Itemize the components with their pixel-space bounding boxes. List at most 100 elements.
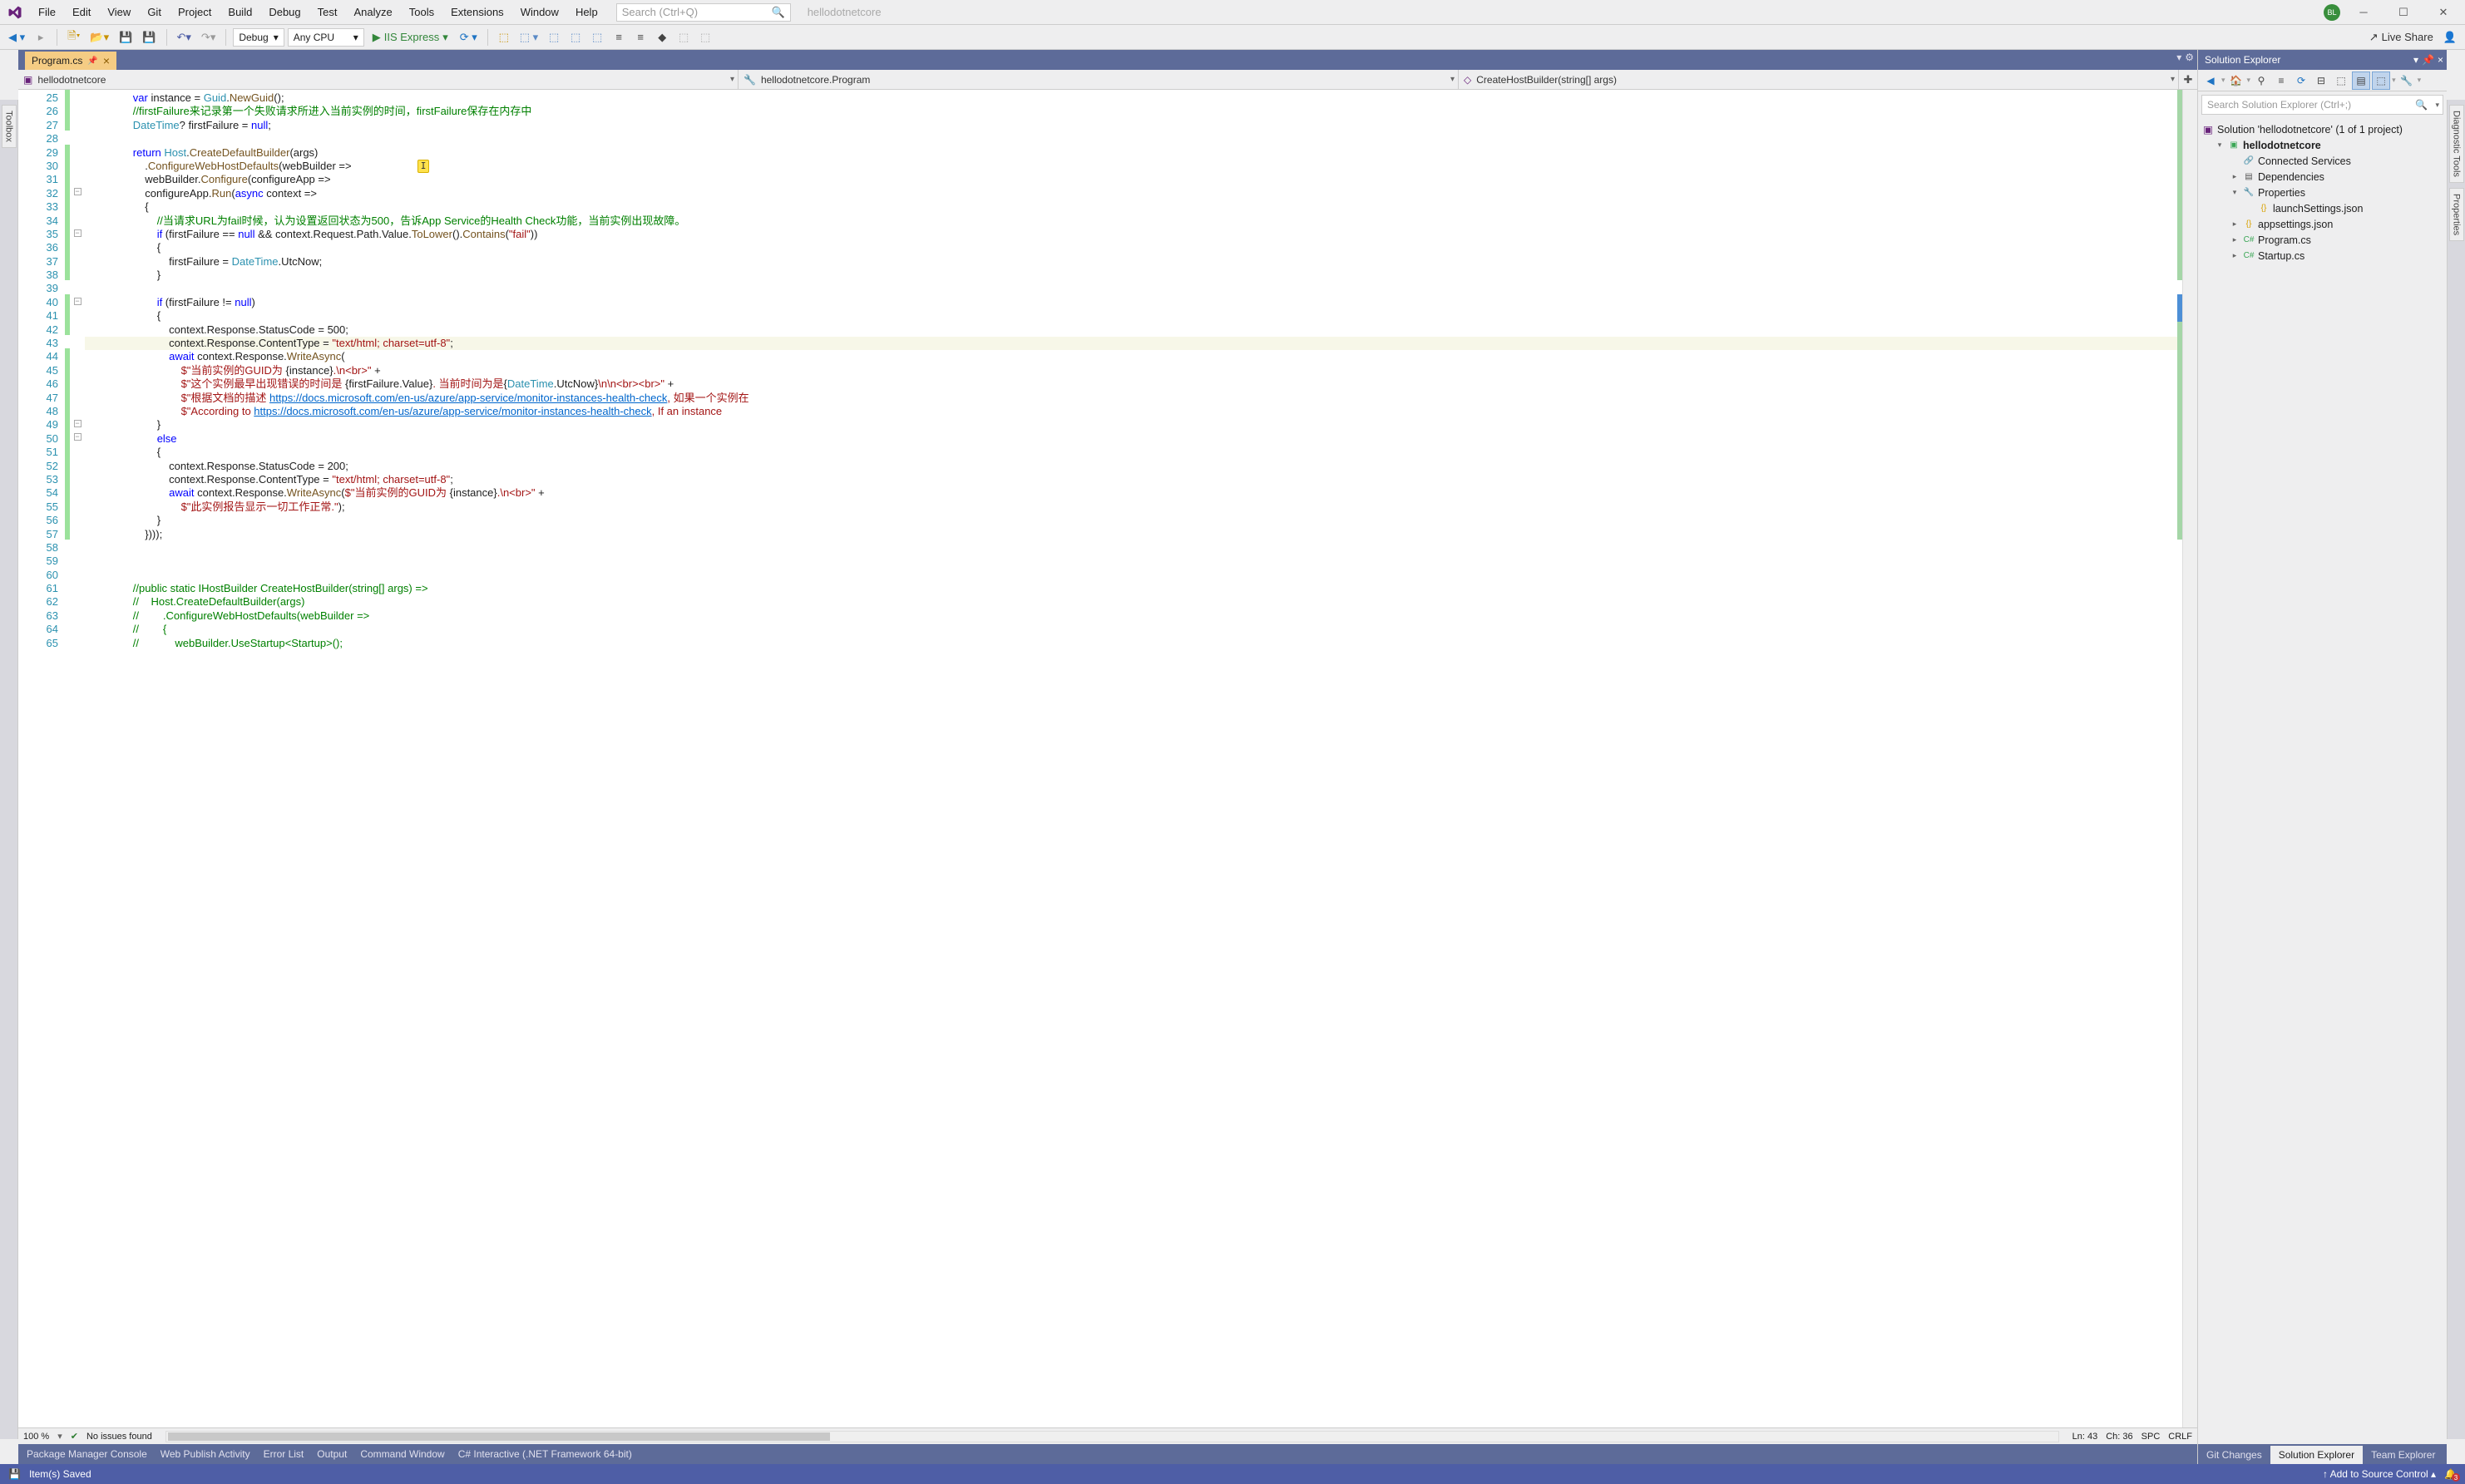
panel-tab-git-changes[interactable]: Git Changes xyxy=(2198,1446,2270,1464)
solution-tree[interactable]: ▣ Solution 'hellodotnetcore' (1 of 1 pro… xyxy=(2198,118,2447,1444)
bottom-tab-web-publish-activity[interactable]: Web Publish Activity xyxy=(161,1448,250,1460)
menu-build[interactable]: Build xyxy=(220,2,260,22)
main-menu: FileEditViewGitProjectBuildDebugTestAnal… xyxy=(30,2,606,22)
bottom-tab-command-window[interactable]: Command Window xyxy=(360,1448,444,1460)
tree-item-program-cs[interactable]: ▸C#Program.cs xyxy=(2198,232,2447,248)
tree-item-launchsettings-json[interactable]: {}launchSettings.json xyxy=(2198,200,2447,216)
close-tab-icon[interactable]: × xyxy=(103,54,110,67)
zoom-level[interactable]: 100 % xyxy=(23,1432,49,1442)
notification-bell-icon[interactable]: 🔔3 xyxy=(2444,1468,2457,1480)
search-input[interactable]: Search (Ctrl+Q) 🔍 xyxy=(616,3,791,22)
menu-git[interactable]: Git xyxy=(139,2,170,22)
step-over-icon[interactable]: ⬚ xyxy=(545,28,563,47)
search-dropdown-icon[interactable]: ▾ xyxy=(2435,101,2439,110)
nav-member[interactable]: ◇CreateHostBuilder(string[] args)▾ xyxy=(1459,70,2179,89)
panel-close-icon[interactable]: × xyxy=(2438,54,2443,66)
platform-combo[interactable]: Any CPU▾ xyxy=(288,28,364,47)
nav-split-button[interactable]: ✚ xyxy=(2179,70,2197,89)
menu-analyze[interactable]: Analyze xyxy=(345,2,400,22)
undo-button[interactable]: ↶▾ xyxy=(174,28,195,47)
toolbox-tab[interactable]: Toolbox xyxy=(2,105,17,148)
sol-back-icon[interactable]: ◀ xyxy=(2201,71,2220,90)
sol-refresh-icon[interactable]: ⟳ xyxy=(2292,71,2310,90)
panel-tab-solution-explorer[interactable]: Solution Explorer xyxy=(2270,1446,2363,1464)
menu-project[interactable]: Project xyxy=(170,2,220,22)
step-into-icon[interactable]: ⬚ xyxy=(566,28,585,47)
config-combo[interactable]: Debug▾ xyxy=(233,28,284,47)
source-control-button[interactable]: ↑ Add to Source Control ▴ xyxy=(2323,1468,2436,1480)
nav-fwd-button[interactable]: ▸ xyxy=(32,28,50,47)
menu-help[interactable]: Help xyxy=(567,2,606,22)
maximize-button[interactable]: ☐ xyxy=(2387,1,2420,24)
doc-tab-program[interactable]: Program.cs 📌 × xyxy=(25,52,116,70)
solution-search-input[interactable]: Search Solution Explorer (Ctrl+;) 🔍 ▾ xyxy=(2201,95,2443,115)
redo-button[interactable]: ↷▾ xyxy=(198,28,219,47)
bottom-tab-package-manager-console[interactable]: Package Manager Console xyxy=(27,1448,147,1460)
bottom-tab-output[interactable]: Output xyxy=(317,1448,347,1460)
comment-icon[interactable]: ⬚ xyxy=(674,28,693,47)
feedback-icon[interactable]: 👤 xyxy=(2440,28,2460,47)
save-button[interactable]: 💾 xyxy=(116,28,136,47)
outdent-icon[interactable]: ≡ xyxy=(631,28,650,47)
tab-settings-icon[interactable]: ⚙ xyxy=(2185,52,2194,63)
sol-sync-icon[interactable]: ⚲ xyxy=(2252,71,2270,90)
menu-file[interactable]: File xyxy=(30,2,64,22)
panel-dropdown-icon[interactable]: ▾ xyxy=(2413,54,2418,66)
diagnostic-tools-tab[interactable]: Diagnostic Tools xyxy=(2449,105,2464,183)
tb-icon-1[interactable]: ⬚ xyxy=(495,28,513,47)
menu-extensions[interactable]: Extensions xyxy=(442,2,512,22)
menu-edit[interactable]: Edit xyxy=(64,2,99,22)
properties-tab[interactable]: Properties xyxy=(2449,188,2464,241)
minimize-button[interactable]: ─ xyxy=(2347,1,2380,24)
indent-icon[interactable]: ≡ xyxy=(610,28,628,47)
sol-preview-icon[interactable]: ▤ xyxy=(2352,71,2370,90)
vertical-scrollbar[interactable] xyxy=(2182,90,2197,1427)
horizontal-scrollbar[interactable] xyxy=(165,1431,2059,1442)
tree-item-startup-cs[interactable]: ▸C#Startup.cs xyxy=(2198,248,2447,264)
tree-item-connected-services[interactable]: 🔗Connected Services xyxy=(2198,153,2447,169)
panel-tab-team-explorer[interactable]: Team Explorer xyxy=(2363,1446,2443,1464)
save-all-button[interactable]: 💾 xyxy=(139,28,159,47)
solution-icon: ▣ xyxy=(2201,123,2215,136)
cs-icon: C# xyxy=(2242,251,2255,260)
pin-icon[interactable]: 📌 xyxy=(87,57,97,66)
menu-view[interactable]: View xyxy=(99,2,139,22)
tab-overflow-icon[interactable]: ▾ xyxy=(2176,52,2181,63)
uncomment-icon[interactable]: ⬚ xyxy=(696,28,714,47)
tree-item-dependencies[interactable]: ▸▤Dependencies xyxy=(2198,169,2447,185)
bookmark-icon[interactable]: ◆ xyxy=(653,28,671,47)
sol-collapse-icon[interactable]: ⊟ xyxy=(2312,71,2330,90)
panel-pin-icon[interactable]: 📌 xyxy=(2422,54,2434,66)
menu-window[interactable]: Window xyxy=(512,2,567,22)
sol-home-icon[interactable]: 🏠 xyxy=(2227,71,2245,90)
sol-pending-icon[interactable]: ≡ xyxy=(2272,71,2290,90)
live-share-button[interactable]: ↗ Live Share xyxy=(2369,31,2433,44)
menu-tools[interactable]: Tools xyxy=(401,2,442,22)
nav-scope[interactable]: ▣hellodotnetcore▾ xyxy=(18,70,739,89)
tree-item-properties[interactable]: ▾🔧Properties xyxy=(2198,185,2447,200)
menu-debug[interactable]: Debug xyxy=(260,2,309,22)
close-button[interactable]: ✕ xyxy=(2427,1,2460,24)
sol-showall-icon[interactable]: ⬚ xyxy=(2332,71,2350,90)
menu-test[interactable]: Test xyxy=(309,2,346,22)
open-button[interactable]: 📂▾ xyxy=(86,28,112,47)
step-out-icon[interactable]: ⬚ xyxy=(588,28,606,47)
tb-icon-2[interactable]: ⬚ ▾ xyxy=(516,28,541,47)
search-icon: 🔍 xyxy=(772,6,785,19)
bottom-tab-error-list[interactable]: Error List xyxy=(264,1448,304,1460)
bottom-tab-c-interactive-net-framework-64-bit-[interactable]: C# Interactive (.NET Framework 64-bit) xyxy=(458,1448,632,1460)
refresh-button[interactable]: ⟳ ▾ xyxy=(457,28,481,47)
sol-wrench-icon[interactable]: 🔧 xyxy=(2398,71,2416,90)
code-editor[interactable]: 2526272829303132333435363738394041424344… xyxy=(18,90,2197,1427)
nav-class[interactable]: 🔧hellodotnetcore.Program▾ xyxy=(739,70,1459,89)
solution-root[interactable]: ▣ Solution 'hellodotnetcore' (1 of 1 pro… xyxy=(2198,121,2447,137)
issues-text: No issues found xyxy=(86,1432,152,1442)
run-button[interactable]: ▶ IIS Express ▾ xyxy=(368,31,453,44)
new-project-button[interactable]: 🗎▾ xyxy=(64,28,83,47)
user-badge[interactable]: BL xyxy=(2324,4,2340,21)
tree-item-appsettings-json[interactable]: ▸{}appsettings.json xyxy=(2198,216,2447,232)
nav-back-button[interactable]: ◀ ▾ xyxy=(5,28,28,47)
tree-item-hellodotnetcore[interactable]: ▾▣hellodotnetcore xyxy=(2198,137,2447,153)
cs-icon: C# xyxy=(2242,235,2255,244)
sol-nest-icon[interactable]: ⬚ xyxy=(2372,71,2390,90)
